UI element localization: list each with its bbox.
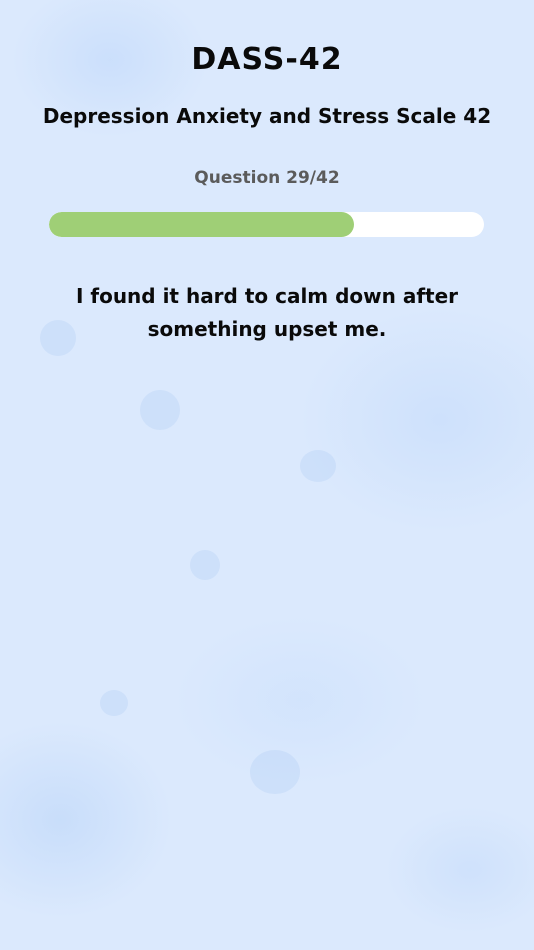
question-counter: Question 29/42 — [194, 168, 340, 188]
app-subtitle: Depression Anxiety and Stress Scale 42 — [42, 104, 492, 128]
progress-bar — [49, 212, 484, 237]
assessment-screen: DASS-42 Depression Anxiety and Stress Sc… — [0, 0, 534, 950]
question-text: I found it hard to calm down after somet… — [75, 284, 459, 341]
background-watercolor-blob — [300, 450, 336, 482]
app-title: DASS-42 — [191, 42, 343, 77]
progress-bar-fill — [49, 212, 354, 237]
background-watercolor-blob — [250, 750, 300, 794]
background-watercolor-blob — [100, 690, 128, 716]
background-watercolor-blob — [190, 550, 220, 580]
background-watercolor-blob — [140, 390, 180, 430]
